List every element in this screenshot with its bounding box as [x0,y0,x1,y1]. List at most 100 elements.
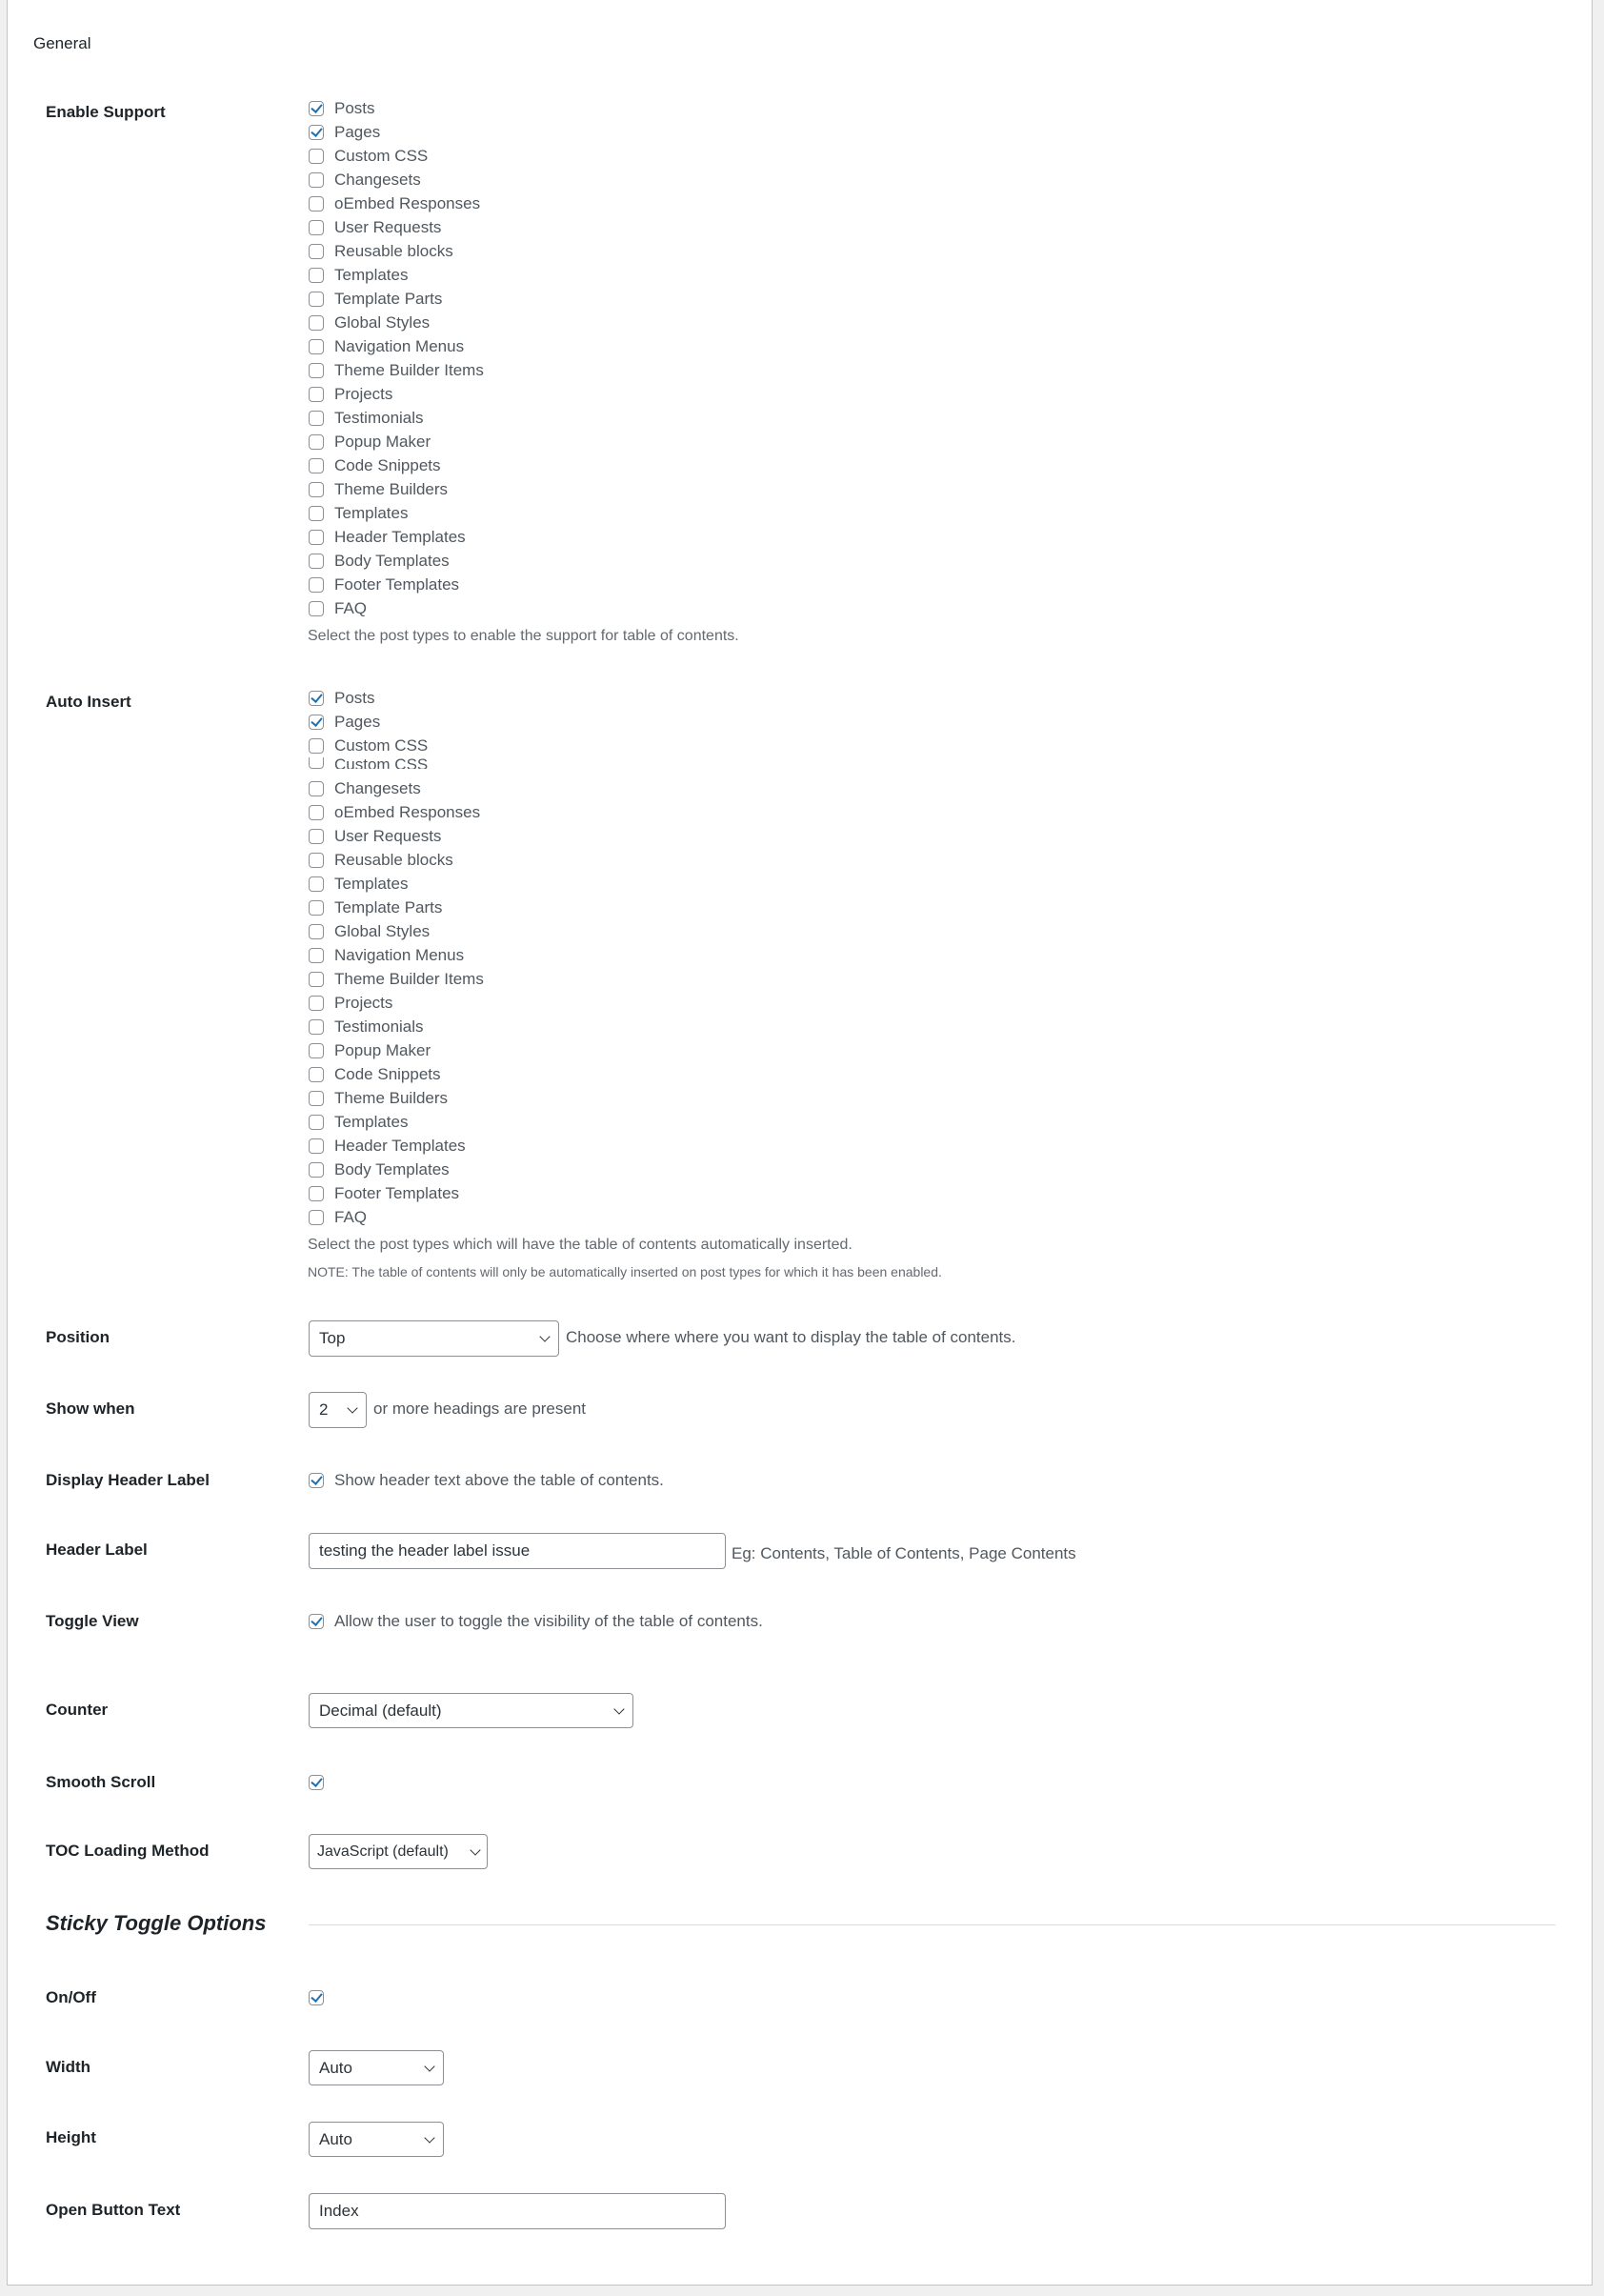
post-type-checkbox[interactable] [309,577,324,593]
post-type-checkbox[interactable] [309,1162,324,1178]
post-type-option[interactable]: Template Parts [309,896,442,919]
post-type-checkbox[interactable] [309,1138,324,1154]
post-type-option[interactable]: Projects [309,383,392,406]
post-type-checkbox[interactable] [309,363,324,378]
post-type-option[interactable]: Custom CSS [309,757,428,769]
post-type-checkbox[interactable] [309,601,324,616]
post-type-option[interactable]: User Requests [309,825,441,848]
post-type-option[interactable]: oEmbed Responses [309,192,480,215]
open-button-text-input[interactable]: Index [309,2193,726,2229]
post-type-option[interactable]: Body Templates [309,550,450,573]
post-type-option[interactable]: Theme Builder Items [309,359,484,382]
post-type-option[interactable]: Global Styles [309,312,430,334]
post-type-option[interactable]: Navigation Menus [309,335,464,358]
post-type-checkbox[interactable] [309,1115,324,1130]
post-type-checkbox[interactable] [309,781,324,796]
toggle-view-checkbox[interactable] [309,1614,324,1629]
post-type-checkbox[interactable] [309,1067,324,1082]
post-type-checkbox[interactable] [309,1091,324,1106]
post-type-checkbox[interactable] [309,172,324,188]
sticky-on-off-checkbox[interactable] [309,1990,324,2005]
post-type-option[interactable]: Theme Builders [309,478,448,501]
show-when-select[interactable]: 2 [309,1392,367,1428]
smooth-scroll-option[interactable] [309,1771,334,1794]
display-header-label-checkbox[interactable] [309,1473,324,1488]
post-type-option[interactable]: Footer Templates [309,574,459,596]
post-type-checkbox[interactable] [309,196,324,211]
post-type-checkbox[interactable] [309,738,324,754]
post-type-checkbox[interactable] [309,996,324,1011]
display-header-label-option[interactable]: Show header text above the table of cont… [309,1469,664,1492]
post-type-option[interactable]: Body Templates [309,1158,450,1181]
post-type-checkbox[interactable] [309,315,324,331]
post-type-option[interactable]: Template Parts [309,288,442,311]
post-type-checkbox[interactable] [309,1043,324,1058]
post-type-option[interactable]: Posts [309,687,375,710]
post-type-checkbox[interactable] [309,853,324,868]
post-type-option[interactable]: Navigation Menus [309,944,464,967]
post-type-checkbox[interactable] [309,244,324,259]
post-type-option[interactable]: Theme Builders [309,1087,448,1110]
post-type-option[interactable]: Custom CSS [309,145,428,168]
post-type-checkbox[interactable] [309,924,324,939]
post-type-checkbox[interactable] [309,434,324,450]
post-type-option[interactable]: Changesets [309,777,421,800]
toggle-view-option[interactable]: Allow the user to toggle the visibility … [309,1610,763,1633]
post-type-option[interactable]: FAQ [309,1206,367,1229]
post-type-checkbox[interactable] [309,458,324,473]
post-type-checkbox[interactable] [309,506,324,521]
post-type-option[interactable]: Reusable blocks [309,240,453,263]
post-type-checkbox[interactable] [309,715,324,730]
post-type-checkbox[interactable] [309,220,324,235]
post-type-checkbox[interactable] [309,1210,324,1225]
post-type-option[interactable]: Templates [309,264,408,287]
post-type-checkbox[interactable] [309,268,324,283]
sticky-width-select[interactable]: Auto [309,2050,444,2085]
post-type-checkbox[interactable] [309,149,324,164]
post-type-option[interactable]: Code Snippets [309,454,441,477]
post-type-checkbox[interactable] [309,554,324,569]
post-type-checkbox[interactable] [309,411,324,426]
post-type-option[interactable]: Templates [309,873,408,896]
post-type-option[interactable]: Templates [309,1111,408,1134]
post-type-checkbox[interactable] [309,387,324,402]
post-type-option[interactable]: Header Templates [309,1135,466,1158]
post-type-option[interactable]: Popup Maker [309,1039,431,1062]
post-type-option[interactable]: oEmbed Responses [309,801,480,824]
post-type-option[interactable]: Changesets [309,169,421,191]
post-type-option[interactable]: Footer Templates [309,1182,459,1205]
post-type-option[interactable]: User Requests [309,216,441,239]
post-type-checkbox[interactable] [309,482,324,497]
post-type-checkbox[interactable] [309,339,324,354]
post-type-checkbox[interactable] [309,292,324,307]
post-type-option[interactable]: Reusable blocks [309,849,453,872]
post-type-option[interactable]: Custom CSS [309,735,428,757]
post-type-checkbox[interactable] [309,972,324,987]
position-select[interactable]: Top [309,1320,559,1357]
toc-loading-select[interactable]: JavaScript (default) [309,1834,488,1869]
post-type-checkbox[interactable] [309,805,324,820]
post-type-checkbox[interactable] [309,691,324,706]
post-type-checkbox[interactable] [309,125,324,140]
post-type-option[interactable]: Global Styles [309,920,430,943]
post-type-option[interactable]: Testimonials [309,1016,424,1038]
post-type-checkbox[interactable] [309,1186,324,1201]
post-type-option[interactable]: FAQ [309,597,367,620]
smooth-scroll-checkbox[interactable] [309,1775,324,1790]
counter-select[interactable]: Decimal (default) [309,1693,633,1728]
post-type-option[interactable]: Pages [309,121,380,144]
post-type-checkbox[interactable] [309,530,324,545]
post-type-checkbox[interactable] [309,1019,324,1035]
post-type-checkbox[interactable] [309,757,324,769]
post-type-option[interactable]: Templates [309,502,408,525]
post-type-option[interactable]: Code Snippets [309,1063,441,1086]
post-type-checkbox[interactable] [309,900,324,916]
post-type-option[interactable]: Projects [309,992,392,1015]
post-type-checkbox[interactable] [309,876,324,892]
header-label-input[interactable]: testing the header label issue [309,1533,726,1569]
post-type-checkbox[interactable] [309,829,324,844]
post-type-option[interactable]: Header Templates [309,526,466,549]
post-type-option[interactable]: Popup Maker [309,431,431,453]
post-type-checkbox[interactable] [309,101,324,116]
sticky-on-off-option[interactable] [309,1986,334,2009]
